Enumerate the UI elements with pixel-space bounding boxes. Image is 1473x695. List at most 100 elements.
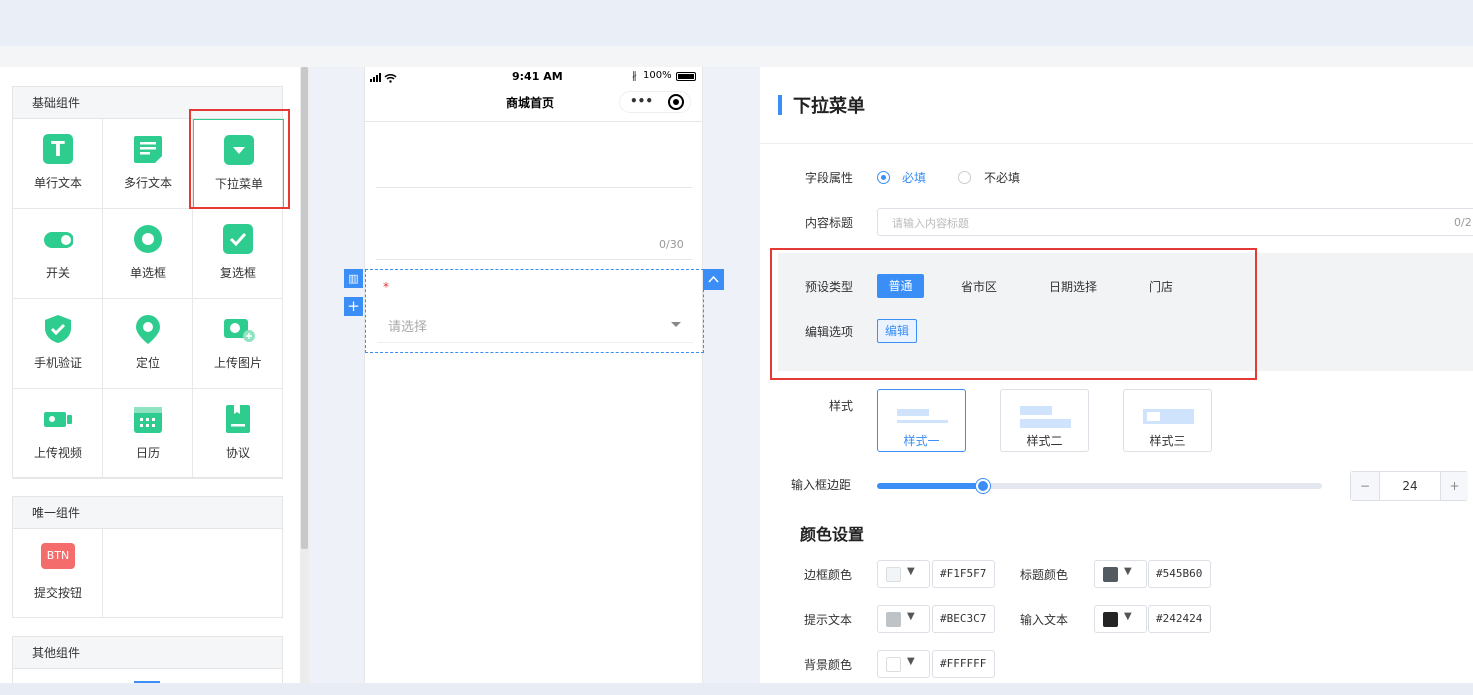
close-circle-icon[interactable] [668, 94, 684, 110]
color-swatch [886, 612, 901, 627]
slider-fill [877, 483, 984, 489]
component-label: 手机验证 [33, 356, 82, 370]
delete-icon[interactable]: ▥ [344, 269, 363, 288]
content-title-input[interactable]: 请输入内容标题 0/2 [877, 208, 1473, 236]
hint-text-label: 提示文本 [804, 613, 853, 627]
radio-optional[interactable] [958, 171, 971, 184]
text-t-icon: T [43, 134, 73, 164]
color-swatch [1103, 567, 1118, 582]
input-padding-label: 输入框边距 [791, 478, 852, 492]
caret-down-icon: ▼ [907, 656, 915, 667]
bg-color-picker[interactable]: ▼ [877, 650, 930, 678]
component-upload-image[interactable]: 上传图片 [193, 299, 283, 389]
radio-required-label[interactable]: 必填 [902, 169, 926, 186]
video-icon [43, 404, 73, 434]
radio-optional-label[interactable]: 不必填 [984, 169, 1020, 186]
more-dots-icon[interactable]: ••• [630, 94, 653, 108]
style-three-card[interactable]: 样式三 [1123, 389, 1212, 452]
shield-check-icon [43, 314, 73, 344]
component-agreement[interactable]: 协议 [193, 389, 283, 479]
component-switch[interactable]: 开关 [13, 209, 103, 299]
nav-divider [365, 121, 702, 122]
caret-down-icon: ▼ [907, 611, 915, 622]
textarea-underline [376, 259, 692, 260]
select-caret-icon[interactable] [671, 317, 681, 331]
input-text-color-picker[interactable]: ▼ [1094, 605, 1147, 633]
color-settings-heading: 颜色设置 [800, 525, 865, 544]
header-band [0, 46, 1473, 67]
style-preview [897, 409, 929, 416]
multiline-text-icon [133, 134, 163, 164]
stepper-plus[interactable]: + [1440, 472, 1468, 500]
component-phone-verify[interactable]: 手机验证 [13, 299, 103, 389]
select-underline [377, 342, 693, 343]
field-attr-label: 字段属性 [805, 171, 854, 185]
stepper-minus[interactable]: − [1351, 472, 1380, 500]
component-label: 开关 [45, 266, 70, 280]
style-preview [1020, 419, 1071, 428]
style-one-card[interactable]: 样式一 [877, 389, 966, 452]
input-placeholder: 请输入内容标题 [892, 217, 969, 230]
bg-color-hex[interactable]: #FFFFFF [932, 650, 995, 678]
component-upload-video[interactable]: 上传视频 [13, 389, 103, 479]
component-checkbox[interactable]: 复选框 [193, 209, 283, 299]
move-up-icon[interactable] [703, 269, 724, 290]
component-radio[interactable]: 单选框 [103, 209, 193, 299]
component-multi-line-text[interactable]: 多行文本 [103, 119, 193, 209]
properties-panel: 下拉菜单 字段属性 必填 不必填 内容标题 请输入内容标题 0/2 预设类型 普… [760, 67, 1473, 683]
border-color-label: 边框颜色 [804, 568, 853, 582]
border-color-picker[interactable]: ▼ [877, 560, 930, 588]
component-label: 单选框 [129, 266, 166, 280]
hint-color-hex[interactable]: #BEC3C7 [932, 605, 995, 633]
component-location[interactable]: 定位 [103, 299, 193, 389]
component-single-line-text[interactable]: T 单行文本 [13, 119, 103, 209]
style-preview [1020, 406, 1052, 415]
component-submit-button[interactable]: BTN 提交按钮 [13, 529, 103, 618]
component-label: 单行文本 [33, 176, 82, 190]
radio-icon [133, 224, 163, 254]
selected-dropdown-component[interactable]: * 请选择 [365, 269, 704, 353]
add-icon[interactable]: + [344, 297, 363, 316]
style-preview [1143, 409, 1194, 424]
required-mark: * [383, 280, 389, 294]
bg-color-label: 背景颜色 [804, 658, 853, 672]
component-label: 多行文本 [123, 176, 172, 190]
component-label: 提交按钮 [33, 586, 82, 600]
component-label: 上传视频 [33, 446, 82, 460]
style-label: 样式 [829, 399, 854, 413]
title-color-picker[interactable]: ▼ [1094, 560, 1147, 588]
padding-slider[interactable] [877, 479, 1322, 493]
style-two-card[interactable]: 样式二 [1000, 389, 1089, 452]
location-pin-icon [133, 314, 163, 344]
content-title-label: 内容标题 [805, 216, 854, 230]
component-calendar[interactable]: 日历 [103, 389, 193, 479]
radio-required[interactable] [877, 171, 890, 184]
phone-preview: 9:41 AM ∦ 100% 商城首页 ••• 0/30 * 请选择 [364, 67, 704, 683]
component-label: 定位 [135, 356, 160, 370]
checkbox-icon [223, 224, 253, 254]
slider-handle[interactable] [976, 479, 990, 493]
scroll-thumb[interactable] [301, 67, 308, 549]
bluetooth-icon: ∦ [632, 71, 637, 82]
highlight-box [189, 109, 290, 209]
padding-stepper[interactable]: − 24 + [1350, 471, 1468, 501]
battery-icon [676, 72, 696, 81]
input-text-hex[interactable]: #242424 [1148, 605, 1211, 633]
style-caption: 样式二 [1026, 434, 1063, 448]
component-panel: 基础组件 T 单行文本 多行文本 下拉菜单 开关 单选框 复选框 手机验证 定位… [0, 67, 300, 695]
input-underline [376, 187, 692, 188]
style-caption: 样式一 [903, 434, 940, 448]
capsule-menu[interactable]: ••• [619, 91, 691, 113]
border-color-hex[interactable]: #F1F5F7 [932, 560, 995, 588]
title-color-label: 标题颜色 [1020, 568, 1069, 582]
component-label: 复选框 [219, 266, 256, 280]
select-placeholder[interactable]: 请选择 [388, 316, 427, 335]
title-accent [778, 95, 782, 115]
calendar-icon [133, 404, 163, 434]
left-scrollbar[interactable] [300, 67, 309, 683]
caret-down-icon: ▼ [1124, 566, 1132, 577]
stepper-value[interactable]: 24 [1380, 472, 1440, 500]
unique-components-group: 唯一组件 BTN 提交按钮 [12, 496, 283, 618]
title-color-hex[interactable]: #545B60 [1148, 560, 1211, 588]
hint-color-picker[interactable]: ▼ [877, 605, 930, 633]
